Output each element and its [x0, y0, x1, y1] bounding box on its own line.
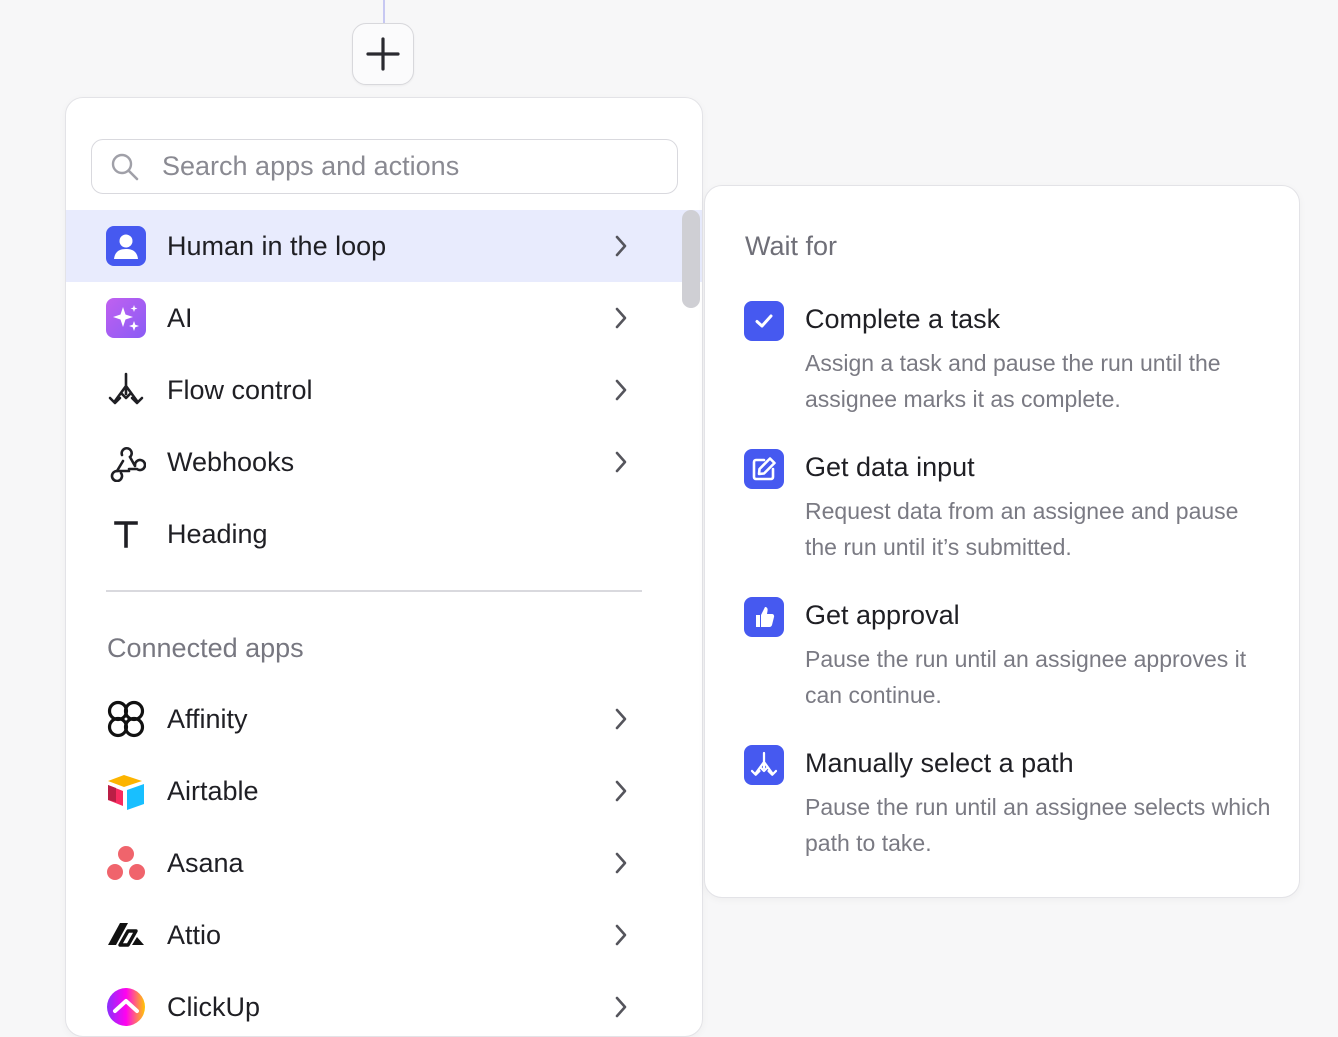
checkbox-icon: [744, 301, 784, 341]
chevron-right-icon: [615, 451, 627, 473]
option-title: Complete a task: [805, 304, 1001, 334]
chevron-right-icon: [615, 996, 627, 1018]
search-icon: [111, 153, 139, 181]
menu-item-label: Webhooks: [167, 447, 295, 477]
option-get-data-input[interactable]: Get data input Request data from an assi…: [705, 449, 1299, 579]
option-manually-select-a-path[interactable]: Manually select a path Pause the run unt…: [705, 745, 1299, 875]
flow-connector-line: [383, 0, 385, 24]
connected-apps-heading: Connected apps: [107, 633, 304, 663]
app-item-label: Asana: [167, 848, 244, 878]
menu-item-flow-control[interactable]: Flow control: [66, 354, 702, 426]
menu-item-heading[interactable]: Heading: [66, 498, 702, 570]
chevron-right-icon: [615, 708, 627, 730]
app-item-attio[interactable]: Attio: [66, 899, 702, 971]
chevron-right-icon: [615, 924, 627, 946]
menu-item-ai[interactable]: AI: [66, 282, 702, 354]
menu-item-human-in-the-loop[interactable]: Human in the loop: [66, 210, 702, 282]
chevron-right-icon: [615, 852, 627, 874]
option-title: Manually select a path: [805, 748, 1074, 778]
app-item-asana[interactable]: Asana: [66, 827, 702, 899]
app-item-label: Airtable: [167, 776, 259, 806]
step-picker-panel: Human in the loop AI: [65, 97, 703, 1037]
submenu-title: Wait for: [745, 231, 838, 261]
option-title: Get data input: [805, 452, 975, 482]
search-input[interactable]: [162, 140, 662, 192]
app-item-affinity[interactable]: Affinity: [66, 683, 702, 755]
chevron-right-icon: [615, 379, 627, 401]
app-item-airtable[interactable]: Airtable: [66, 755, 702, 827]
menu-item-label: Heading: [167, 519, 268, 549]
attio-logo-icon: [106, 915, 146, 955]
scrollbar-thumb[interactable]: [682, 210, 700, 308]
wait-for-submenu: Wait for Complete a task Assign a task a…: [704, 185, 1300, 898]
asana-logo-icon: [106, 843, 146, 883]
split-arrows-icon: [106, 370, 146, 410]
add-step-button[interactable]: [352, 23, 414, 85]
text-heading-icon: [106, 514, 146, 554]
edit-form-icon: [744, 449, 784, 489]
section-divider: [106, 590, 642, 592]
app-item-label: Affinity: [167, 704, 248, 734]
sparkles-icon: [106, 298, 146, 338]
option-title: Get approval: [805, 600, 960, 630]
option-complete-a-task[interactable]: Complete a task Assign a task and pause …: [705, 301, 1299, 431]
option-get-approval[interactable]: Get approval Pause the run until an assi…: [705, 597, 1299, 727]
app-item-label: Attio: [167, 920, 222, 950]
option-description: Request data from an assignee and pause …: [805, 498, 1239, 560]
plus-icon: [366, 37, 400, 71]
option-description: Pause the run until an assignee approves…: [805, 646, 1247, 708]
split-path-icon: [744, 745, 784, 785]
menu-item-label: Flow control: [167, 375, 313, 405]
menu-item-label: AI: [167, 303, 193, 333]
menu-item-webhooks[interactable]: Webhooks: [66, 426, 702, 498]
person-icon: [106, 226, 146, 266]
chevron-right-icon: [615, 780, 627, 802]
option-description: Assign a task and pause the run until th…: [805, 350, 1221, 412]
affinity-logo-icon: [106, 699, 146, 739]
menu-item-label: Human in the loop: [167, 231, 387, 261]
webhook-icon: [106, 442, 146, 482]
chevron-right-icon: [615, 307, 627, 329]
airtable-logo-icon: [106, 771, 146, 811]
clickup-logo-icon: [106, 987, 146, 1027]
option-description: Pause the run until an assignee selects …: [805, 794, 1271, 856]
app-item-label: ClickUp: [167, 992, 261, 1022]
app-item-clickup[interactable]: ClickUp: [66, 971, 702, 1036]
thumbs-up-icon: [744, 597, 784, 637]
chevron-right-icon: [615, 235, 627, 257]
search-box: [91, 139, 678, 194]
